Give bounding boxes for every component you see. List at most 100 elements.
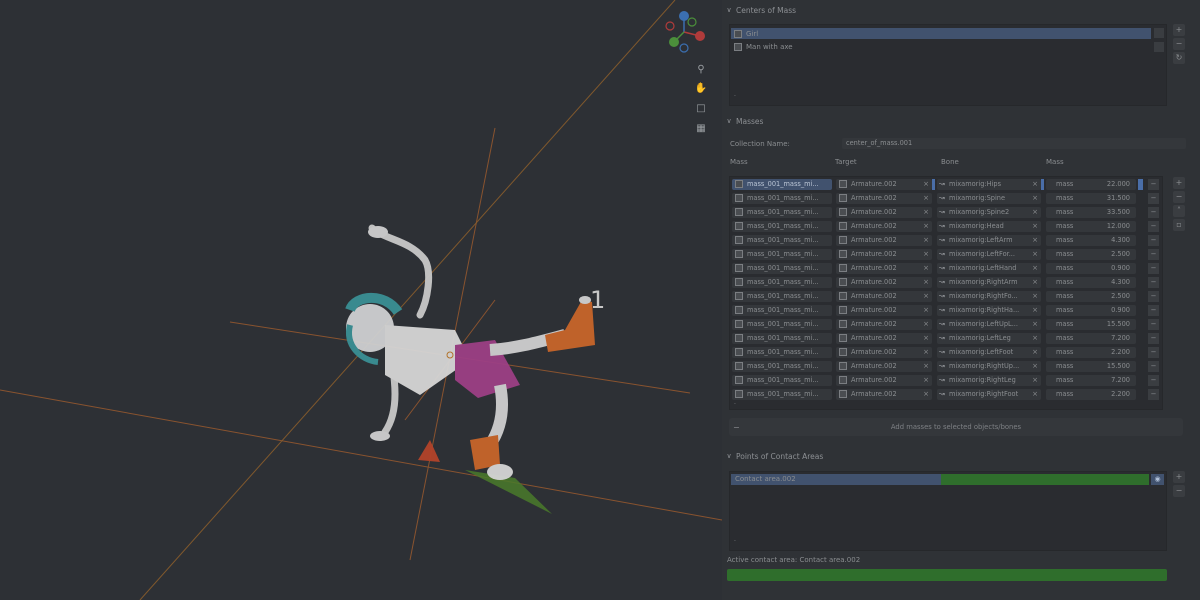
clear-icon[interactable]: × [923,389,929,400]
mass-value-field[interactable]: mass 12.000 [1046,221,1136,232]
target-field[interactable]: Armature.002 × [836,179,932,190]
remove-button[interactable]: − [1173,485,1185,497]
table-row[interactable]: mass_001_mass_mi... Armature.002 × ↝ mixamor… [730,207,1162,219]
item-menu-button[interactable] [1154,28,1164,38]
table-row[interactable]: mass_001_mass_mi... Armature.002 × ↝ mixamor… [730,263,1162,275]
contact-areas-list[interactable]: Contact area.002 ◉ ‧ [729,471,1167,551]
target-field[interactable]: Armature.002 × [836,375,932,386]
list-item[interactable]: Contact area.002 [731,474,1149,485]
target-field[interactable]: Armature.002 × [836,291,932,302]
clear-icon[interactable]: × [1032,179,1038,190]
clear-icon[interactable]: × [1032,207,1038,218]
bone-field[interactable]: ↝ mixamorig:RightLeg × [937,375,1041,386]
mass-object-field[interactable]: mass_001_mass_mi... [732,179,832,190]
clear-icon[interactable]: × [1032,389,1038,400]
mass-object-field[interactable]: mass_001_mass_mi... [732,361,832,372]
target-field[interactable]: Armature.002 × [836,319,932,330]
bone-field[interactable]: ↝ mixamorig:LeftUpL... × [937,319,1041,330]
clear-icon[interactable]: × [923,291,929,302]
row-menu-button[interactable]: − [1148,277,1159,288]
bone-field[interactable]: ↝ mixamorig:LeftArm × [937,235,1041,246]
bone-field[interactable]: ↝ mixamorig:Spine2 × [937,207,1041,218]
row-menu-button[interactable]: − [1148,347,1159,358]
navigation-gizmo[interactable] [662,10,706,54]
resize-handle-icon[interactable]: ‧ [734,401,736,408]
clear-icon[interactable]: × [1032,221,1038,232]
table-row[interactable]: mass_001_mass_mi... Armature.002 × ↝ mixamor… [730,291,1162,303]
mass-object-field[interactable]: mass_001_mass_mi... [732,291,832,302]
mass-value-field[interactable]: mass 15.500 [1046,319,1136,330]
resize-handle-icon[interactable]: ‧ [734,93,736,100]
clear-icon[interactable]: × [923,193,929,204]
clear-icon[interactable]: × [923,305,929,316]
clear-icon[interactable]: × [923,179,929,190]
remove-button[interactable]: − [1173,38,1185,50]
mass-object-field[interactable]: mass_001_mass_mi... [732,207,832,218]
target-field[interactable]: Armature.002 × [836,277,932,288]
target-field[interactable]: Armature.002 × [836,263,932,274]
bone-field[interactable]: ↝ mixamorig:Head × [937,221,1041,232]
row-menu-button[interactable]: − [1148,193,1159,204]
target-field[interactable]: Armature.002 × [836,193,932,204]
row-menu-button[interactable]: − [1148,319,1159,330]
bone-field[interactable]: ↝ mixamorig:Hips × [937,179,1041,190]
add-masses-button[interactable]: Add masses to selected objects/bones [729,418,1183,436]
clear-icon[interactable]: × [923,263,929,274]
row-menu-button[interactable]: − [1148,375,1159,386]
mass-object-field[interactable]: mass_001_mass_mi... [732,347,832,358]
table-row[interactable]: mass_001_mass_mi... Armature.002 × ↝ mixamor… [730,347,1162,359]
eye-icon[interactable]: ◉ [1151,474,1164,485]
clear-icon[interactable]: × [1032,263,1038,274]
mass-value-field[interactable]: mass 2.500 [1046,291,1136,302]
target-field[interactable]: Armature.002 × [836,305,932,316]
mass-value-field[interactable]: mass 2.200 [1046,389,1136,400]
table-row[interactable]: mass_001_mass_mi... Armature.002 × ↝ mixamor… [730,389,1162,401]
list-item[interactable]: Man with axe [731,42,1151,53]
row-menu-button[interactable]: − [1148,333,1159,344]
mass-value-field[interactable]: mass 7.200 [1046,375,1136,386]
row-menu-button[interactable]: − [1148,263,1159,274]
bone-field[interactable]: ↝ mixamorig:RightFo... × [937,291,1041,302]
row-menu-button[interactable]: − [1148,361,1159,372]
mass-value-field[interactable]: mass 0.900 [1046,305,1136,316]
clear-icon[interactable]: × [923,277,929,288]
mass-object-field[interactable]: mass_001_mass_mi... [732,235,832,246]
trash-icon[interactable]: ▫ [1173,219,1185,231]
centers-of-mass-header[interactable]: ∨ Centers of Mass [722,3,1200,17]
mass-value-field[interactable]: mass 33.500 [1046,207,1136,218]
bone-field[interactable]: ↝ mixamorig:LeftHand × [937,263,1041,274]
mass-object-field[interactable]: mass_001_mass_mi... [732,333,832,344]
clear-icon[interactable]: × [1032,347,1038,358]
clear-icon[interactable]: × [1032,361,1038,372]
table-row[interactable]: mass_001_mass_mi... Armature.002 × ↝ mixamor… [730,277,1162,289]
bone-field[interactable]: ↝ mixamorig:LeftFor... × [937,249,1041,260]
mass-object-field[interactable]: mass_001_mass_mi... [732,249,832,260]
mass-object-field[interactable]: mass_001_mass_mi... [732,221,832,232]
mass-value-field[interactable]: mass 31.500 [1046,193,1136,204]
bone-field[interactable]: ↝ mixamorig:RightUp... × [937,361,1041,372]
mass-value-field[interactable]: mass 7.200 [1046,333,1136,344]
mass-object-field[interactable]: mass_001_mass_mi... [732,193,832,204]
collection-name-field[interactable]: center_of_mass.001 [842,138,1186,149]
table-row[interactable]: mass_001_mass_mi... Armature.002 × ↝ mixamor… [730,193,1162,205]
target-field[interactable]: Armature.002 × [836,333,932,344]
clear-icon[interactable]: × [923,221,929,232]
item-menu-button[interactable] [1154,42,1164,52]
mass-value-field[interactable]: mass 2.500 [1046,249,1136,260]
table-row[interactable]: mass_001_mass_mi... Armature.002 × ↝ mixamor… [730,249,1162,261]
table-row[interactable]: mass_001_mass_mi... Armature.002 × ↝ mixamor… [730,221,1162,233]
clear-icon[interactable]: × [923,375,929,386]
row-menu-button[interactable]: − [1148,305,1159,316]
mass-value-field[interactable]: mass 0.900 [1046,263,1136,274]
mass-value-field[interactable]: mass 4.300 [1046,235,1136,246]
mass-value-field[interactable]: mass 4.300 [1046,277,1136,288]
bone-field[interactable]: ↝ mixamorig:RightFoot × [937,389,1041,400]
contact-areas-header[interactable]: ∨ Points of Contact Areas [722,449,1200,463]
mass-object-field[interactable]: mass_001_mass_mi... [732,263,832,274]
mass-object-field[interactable]: mass_001_mass_mi... [732,375,832,386]
clear-icon[interactable]: × [923,235,929,246]
clear-icon[interactable]: × [923,207,929,218]
clear-icon[interactable]: × [1032,375,1038,386]
clear-icon[interactable]: × [1032,277,1038,288]
bone-field[interactable]: ↝ mixamorig:RightArm × [937,277,1041,288]
